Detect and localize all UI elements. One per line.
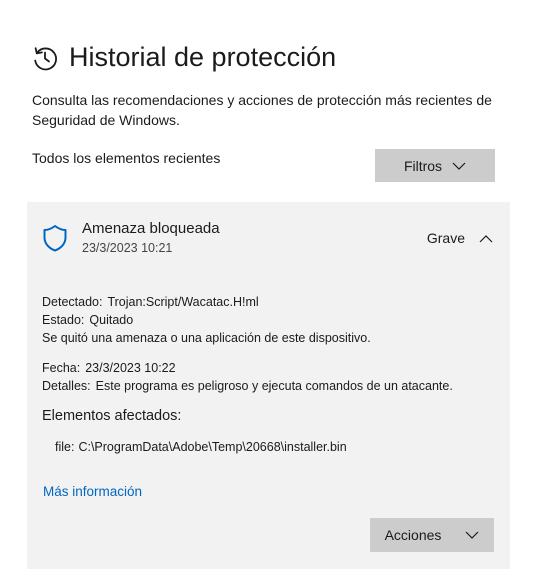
details-label: Detalles: [42, 379, 91, 393]
recent-items-label: Todos los elementos recientes [32, 150, 221, 166]
status-row: Estado: Quitado [42, 313, 133, 327]
shield-icon [43, 225, 67, 252]
filters-button-label: Filtros [403, 157, 443, 174]
threat-date: 23/3/2023 10:21 [82, 241, 173, 255]
details-row: Detalles: Este programa es peligroso y ej… [42, 379, 453, 393]
chevron-down-icon [465, 531, 479, 539]
details-value: Este programa es peligroso y ejecuta com… [95, 379, 453, 393]
filters-button[interactable]: Filtros [375, 149, 495, 182]
affected-items-heading: Elementos afectados: [42, 408, 182, 424]
threat-title: Amenaza bloqueada [82, 220, 220, 237]
history-icon [34, 46, 57, 70]
protection-history-page: Historial de protección Consulta las rec… [0, 0, 540, 584]
date-label: Fecha: [42, 361, 81, 375]
page-description: Consulta las recomendaciones y acciones … [32, 92, 492, 128]
status-label: Estado: [42, 313, 85, 327]
chevron-up-icon [479, 235, 493, 243]
affected-file-label: file: [55, 440, 75, 454]
chevron-down-icon [452, 162, 466, 170]
detected-row: Detectado: Trojan:Script/Wacatac.H!ml [42, 295, 259, 309]
detected-value: Trojan:Script/Wacatac.H!ml [107, 295, 259, 309]
collapse-toggle[interactable] [475, 228, 497, 250]
actions-button[interactable]: Acciones [370, 518, 494, 552]
page-header: Historial de protección [31, 42, 336, 73]
date-row: Fecha: 23/3/2023 10:22 [42, 361, 176, 375]
detected-label: Detectado: [42, 295, 103, 309]
status-message: Se quitó una amenaza o una aplicación de… [42, 331, 371, 345]
severity-label: Grave [426, 230, 465, 246]
date-value: 23/3/2023 10:22 [85, 361, 176, 375]
more-info-link[interactable]: Más información [43, 484, 142, 499]
page-title: Historial de protección [69, 42, 337, 72]
threat-card: Amenaza bloqueada 23/3/2023 10:21 Grave … [27, 202, 510, 569]
status-value: Quitado [89, 313, 134, 327]
affected-file: file: C:\ProgramData\Adobe\Temp\20668\ins… [55, 440, 347, 454]
actions-button-label: Acciones [384, 527, 442, 543]
affected-file-path: C:\ProgramData\Adobe\Temp\20668\installe… [78, 440, 347, 454]
